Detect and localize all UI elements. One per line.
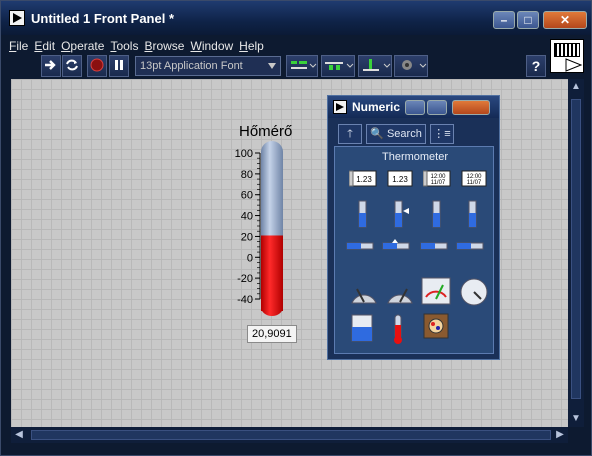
window-title: Untitled 1 Front Panel * bbox=[31, 11, 175, 26]
scroll-up-icon[interactable]: ▲ bbox=[568, 79, 584, 95]
palette-category-label: Thermometer bbox=[381, 151, 449, 163]
svg-text:1.23: 1.23 bbox=[356, 175, 372, 184]
distribute-objects-button[interactable] bbox=[321, 55, 355, 77]
horizontal-scroll-thumb[interactable] bbox=[31, 430, 551, 440]
scale-label: 20 bbox=[241, 231, 253, 243]
scale-label: 100 bbox=[235, 148, 253, 160]
scale-label: 80 bbox=[241, 169, 253, 181]
menu-edit[interactable]: Edit bbox=[34, 39, 55, 53]
vi-icon-graphic bbox=[554, 43, 580, 57]
svg-text:11/07: 11/07 bbox=[467, 180, 482, 186]
menu-bar: File Edit Operate Tools Browse Window Help bbox=[9, 37, 270, 53]
search-label: Search bbox=[386, 128, 422, 140]
search-icon: 🔍 bbox=[370, 128, 384, 140]
up-arrow-icon[interactable]: 🡑 bbox=[338, 124, 362, 144]
digital-display[interactable]: 20,9091 bbox=[247, 325, 297, 343]
context-help-button[interactable]: ? bbox=[526, 55, 546, 77]
menu-help[interactable]: Help bbox=[239, 39, 264, 53]
title-bar[interactable]: Untitled 1 Front Panel * – □ ✕ bbox=[1, 1, 591, 35]
front-panel-window: Untitled 1 Front Panel * – □ ✕ File Edit O… bbox=[0, 0, 592, 456]
pause-button[interactable] bbox=[109, 55, 129, 77]
dial-icon[interactable] bbox=[385, 277, 413, 304]
scale-label: 0 bbox=[247, 252, 253, 264]
menu-operate[interactable]: Operate bbox=[61, 39, 104, 53]
reorder-button[interactable] bbox=[394, 55, 428, 77]
minimize-button[interactable]: – bbox=[493, 11, 515, 29]
menu-window[interactable]: Window bbox=[190, 39, 233, 53]
vertical-progress-bar-icon[interactable] bbox=[423, 199, 449, 228]
scroll-left-icon[interactable]: ◀ bbox=[11, 427, 27, 443]
toolbar: 13pt Application Font ? bbox=[1, 53, 591, 79]
menu-tools[interactable]: Tools bbox=[110, 39, 138, 53]
vertical-graduated-bar-icon[interactable] bbox=[459, 199, 485, 228]
scroll-right-icon[interactable]: ▶ bbox=[552, 427, 568, 443]
palette-content: Thermometer 1.23 1.23 12:00 11/07 12:00 11/07 bbox=[334, 146, 494, 354]
labview-icon bbox=[9, 10, 25, 26]
resize-objects-button[interactable] bbox=[358, 55, 392, 77]
numeric-control-icon[interactable]: 1.23 bbox=[348, 167, 377, 189]
vertical-pointer-slide-icon[interactable] bbox=[385, 199, 411, 228]
chevron-down-icon bbox=[268, 63, 276, 69]
horizontal-pointer-slide-icon[interactable] bbox=[381, 237, 410, 259]
knob-icon[interactable] bbox=[349, 277, 377, 304]
numeric-palette[interactable]: Numeric 🡑 🔍 Search ⋮≡ Thermometer 1.23 1.… bbox=[327, 95, 500, 360]
thermometer-icon[interactable] bbox=[389, 313, 415, 344]
vertical-scroll-thumb[interactable] bbox=[571, 99, 581, 399]
palette-minimize-button[interactable] bbox=[405, 100, 425, 115]
thermometer-indicator[interactable]: 100 80 60 40 20 0 -20 -40 bbox=[225, 139, 295, 321]
thermometer-bulb bbox=[261, 298, 283, 316]
meter-icon[interactable] bbox=[421, 277, 451, 305]
vertical-fill-slide-icon[interactable] bbox=[349, 199, 375, 228]
scale-label: -40 bbox=[237, 294, 253, 306]
numeric-indicator-icon[interactable]: 1.23 bbox=[385, 167, 413, 189]
maximize-button[interactable]: □ bbox=[517, 11, 539, 29]
scale-label: 60 bbox=[241, 190, 253, 202]
thermometer-label[interactable]: Hőmérő bbox=[239, 123, 292, 140]
svg-text:1.23: 1.23 bbox=[392, 175, 408, 184]
scale-label: -20 bbox=[237, 273, 253, 285]
horizontal-scrollbar[interactable]: ◀ ▶ bbox=[11, 427, 568, 443]
font-dropdown[interactable]: 13pt Application Font bbox=[135, 56, 281, 76]
scroll-down-icon[interactable]: ▼ bbox=[568, 411, 584, 427]
vertical-scrollbar[interactable]: ▲ ▼ bbox=[568, 79, 584, 427]
palette-maximize-button[interactable] bbox=[427, 100, 447, 115]
scale-label: 40 bbox=[241, 211, 253, 223]
labview-icon bbox=[333, 100, 347, 114]
run-button[interactable] bbox=[41, 55, 61, 77]
abort-button[interactable] bbox=[87, 55, 107, 77]
palette-title-bar[interactable]: Numeric bbox=[328, 96, 499, 118]
font-dropdown-value: 13pt Application Font bbox=[140, 60, 243, 72]
palette-close-button[interactable] bbox=[452, 100, 490, 115]
timestamp-indicator-icon[interactable]: 12:00 11/07 bbox=[459, 167, 487, 189]
align-objects-button[interactable] bbox=[286, 55, 318, 77]
vi-icon[interactable] bbox=[550, 39, 584, 73]
view-options-icon[interactable]: ⋮≡ bbox=[430, 124, 454, 144]
gauge-icon[interactable] bbox=[459, 277, 488, 306]
menu-file[interactable]: File bbox=[9, 39, 28, 53]
horizontal-fill-slide-icon[interactable] bbox=[345, 237, 374, 259]
framed-color-box-icon[interactable] bbox=[423, 313, 449, 339]
timestamp-control-icon[interactable]: 12:00 11/07 bbox=[422, 167, 451, 189]
horizontal-progress-bar-icon[interactable] bbox=[419, 237, 448, 259]
palette-title: Numeric bbox=[352, 100, 401, 114]
close-button[interactable]: ✕ bbox=[543, 11, 587, 29]
search-button[interactable]: 🔍 Search bbox=[366, 124, 426, 144]
menu-browse[interactable]: Browse bbox=[144, 39, 184, 53]
tank-icon[interactable] bbox=[349, 313, 375, 342]
horizontal-graduated-bar-icon[interactable] bbox=[455, 237, 484, 259]
run-continuously-button[interactable] bbox=[62, 55, 82, 77]
svg-text:11/07: 11/07 bbox=[431, 180, 446, 186]
